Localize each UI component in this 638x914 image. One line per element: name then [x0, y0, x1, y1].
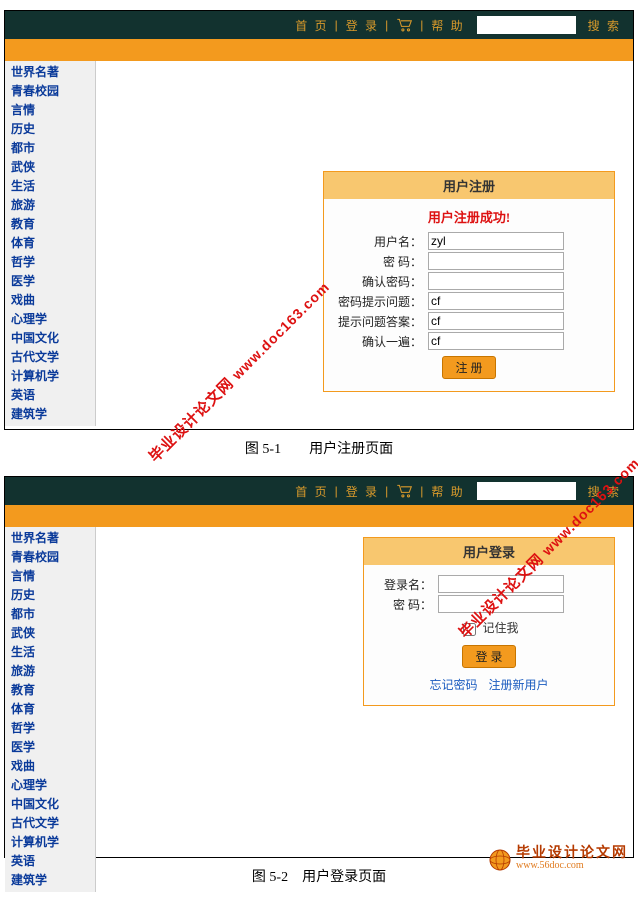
sidebar-item[interactable]: 教育 [5, 681, 95, 700]
nav-login[interactable]: 登 录 [346, 483, 379, 500]
input-hint-answer[interactable] [428, 312, 564, 330]
sidebar-item[interactable]: 英语 [5, 852, 95, 871]
footer-title: 毕业设计论文网 [516, 848, 628, 860]
forgot-password-link[interactable]: 忘记密码 [429, 678, 477, 692]
register-button[interactable]: 注 册 [442, 356, 495, 379]
label-confirm-password: 确认密码： [332, 273, 428, 290]
top-navbar: 首 页 | 登 录 | | 帮 助 搜 索 [5, 477, 633, 505]
remember-checkbox[interactable] [463, 623, 476, 636]
sidebar-item[interactable]: 旅游 [5, 662, 95, 681]
sidebar-item[interactable]: 古代文学 [5, 814, 95, 833]
input-password[interactable] [428, 252, 564, 270]
sidebar-item[interactable]: 武侠 [5, 158, 95, 177]
input-confirm-password[interactable] [428, 272, 564, 290]
sidebar-item[interactable]: 历史 [5, 120, 95, 139]
nav-home[interactable]: 首 页 [295, 483, 328, 500]
cart-icon[interactable] [396, 18, 414, 32]
category-sidebar: 世界名著青春校园言情历史都市武侠生活旅游教育体育哲学医学戏曲心理学中国文化古代文… [5, 527, 96, 892]
panel-title: 用户注册 [324, 172, 614, 199]
sidebar-item[interactable]: 医学 [5, 738, 95, 757]
input-username[interactable] [428, 232, 564, 250]
sidebar-item[interactable]: 戏曲 [5, 291, 95, 310]
sidebar-item[interactable]: 体育 [5, 234, 95, 253]
sidebar-item[interactable]: 生活 [5, 643, 95, 662]
separator: | [420, 484, 425, 498]
sidebar-item[interactable]: 体育 [5, 700, 95, 719]
sidebar-item[interactable]: 青春校园 [5, 548, 95, 567]
input-password[interactable] [438, 595, 564, 613]
search-button[interactable]: 搜 索 [588, 483, 621, 500]
register-new-link[interactable]: 注册新用户 [489, 678, 549, 692]
panel-title: 用户登录 [364, 538, 614, 565]
orange-header-strip [5, 505, 633, 527]
input-login-name[interactable] [438, 575, 564, 593]
search-input[interactable] [477, 16, 576, 34]
sidebar-item[interactable]: 言情 [5, 101, 95, 120]
figure-1-register: 首 页 | 登 录 | | 帮 助 搜 索 世界名著青春校园言情历史都市武侠生活… [4, 10, 634, 430]
sidebar-item[interactable]: 哲学 [5, 253, 95, 272]
sidebar-item[interactable]: 青春校园 [5, 82, 95, 101]
top-navbar: 首 页 | 登 录 | | 帮 助 搜 索 [5, 11, 633, 39]
sidebar-item[interactable]: 武侠 [5, 624, 95, 643]
separator: | [385, 484, 390, 498]
search-input[interactable] [477, 482, 576, 500]
sidebar-item[interactable]: 古代文学 [5, 348, 95, 367]
sidebar-item[interactable]: 都市 [5, 139, 95, 158]
nav-help[interactable]: 帮 助 [431, 17, 464, 34]
sidebar-item[interactable]: 都市 [5, 605, 95, 624]
input-confirm-again[interactable] [428, 332, 564, 350]
cart-icon[interactable] [396, 484, 414, 498]
login-button[interactable]: 登 录 [462, 645, 515, 668]
nav-home[interactable]: 首 页 [295, 17, 328, 34]
sidebar-item[interactable]: 心理学 [5, 310, 95, 329]
separator: | [385, 18, 390, 32]
sidebar-item[interactable]: 中国文化 [5, 795, 95, 814]
login-panel: 用户登录 登录名： 密 码： 记住我 登 录 [363, 537, 615, 706]
orange-header-strip [5, 39, 633, 61]
figure-1-caption: 图 5-1 用户注册页面 [4, 438, 634, 458]
label-hint-question: 密码提示问题： [332, 293, 428, 310]
sidebar-item[interactable]: 旅游 [5, 196, 95, 215]
sidebar-item[interactable]: 生活 [5, 177, 95, 196]
label-login-name: 登录名： [372, 576, 438, 593]
sidebar-item[interactable]: 建筑学 [5, 871, 95, 890]
search-button[interactable]: 搜 索 [588, 17, 621, 34]
sidebar-item[interactable]: 计算机学 [5, 833, 95, 852]
label-username: 用户名： [332, 233, 428, 250]
separator: | [335, 484, 340, 498]
sidebar-item[interactable]: 戏曲 [5, 757, 95, 776]
sidebar-item[interactable]: 中国文化 [5, 329, 95, 348]
sidebar-item[interactable]: 教育 [5, 215, 95, 234]
figure-2-login: 首 页 | 登 录 | | 帮 助 搜 索 世界名著青春校园言情历史都市武侠生活… [4, 476, 634, 858]
globe-icon [488, 848, 512, 872]
label-password: 密 码： [332, 253, 428, 270]
input-hint-question[interactable] [428, 292, 564, 310]
remember-label: 记住我 [482, 621, 518, 635]
label-password: 密 码： [372, 596, 438, 613]
sidebar-item[interactable]: 医学 [5, 272, 95, 291]
sidebar-item[interactable]: 建筑学 [5, 405, 95, 424]
label-confirm-again: 确认一遍： [332, 333, 428, 350]
success-message: 用户注册成功! [332, 207, 606, 226]
label-hint-answer: 提示问题答案： [332, 313, 428, 330]
footer-site-logo: 毕业设计论文网 www.56doc.com [488, 848, 628, 872]
separator: | [420, 18, 425, 32]
nav-help[interactable]: 帮 助 [431, 483, 464, 500]
nav-login[interactable]: 登 录 [346, 17, 379, 34]
category-sidebar: 世界名著青春校园言情历史都市武侠生活旅游教育体育哲学医学戏曲心理学中国文化古代文… [5, 61, 96, 426]
footer-url: www.56doc.com [516, 860, 628, 872]
sidebar-item[interactable]: 计算机学 [5, 367, 95, 386]
sidebar-item[interactable]: 历史 [5, 586, 95, 605]
sidebar-item[interactable]: 哲学 [5, 719, 95, 738]
sidebar-item[interactable]: 英语 [5, 386, 95, 405]
sidebar-item[interactable]: 言情 [5, 567, 95, 586]
sidebar-item[interactable]: 世界名著 [5, 63, 95, 82]
sidebar-item[interactable]: 心理学 [5, 776, 95, 795]
sidebar-item[interactable]: 世界名著 [5, 529, 95, 548]
register-panel: 用户注册 用户注册成功! 用户名： 密 码： 确认密码： [323, 171, 615, 392]
separator: | [335, 18, 340, 32]
